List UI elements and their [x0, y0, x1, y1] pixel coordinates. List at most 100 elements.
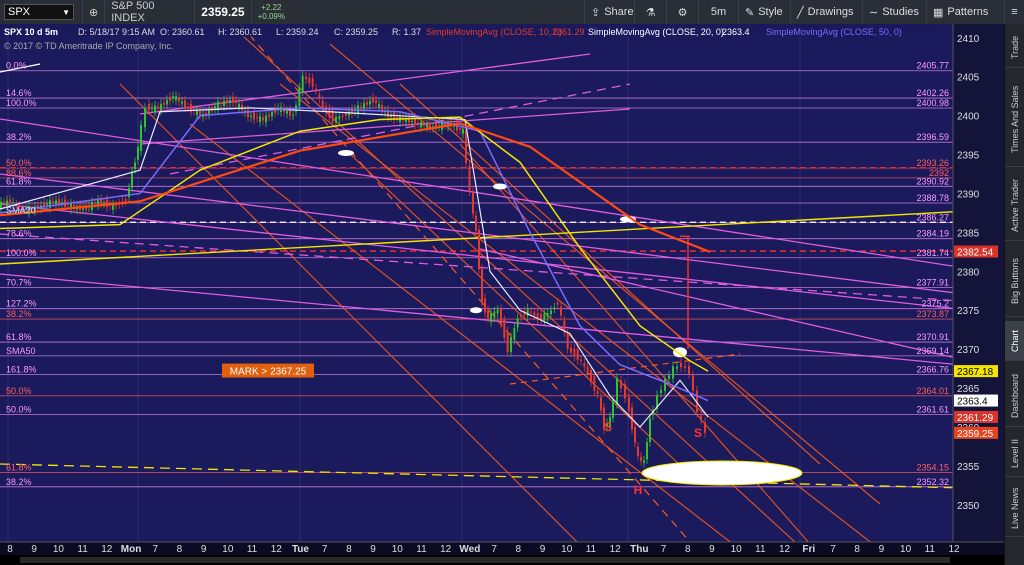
x-tick-label: 12 — [271, 544, 283, 555]
patterns-button[interactable]: ▦ Patterns — [926, 0, 1004, 24]
level-price-label: 2393.26 — [916, 158, 949, 168]
fib-label: 100.0% — [6, 248, 37, 258]
x-tick-label: 10 — [731, 544, 743, 555]
candle-body — [664, 378, 666, 391]
dashed-resistance-line — [0, 233, 1004, 305]
candle-body — [226, 99, 228, 104]
more-menu-button[interactable]: ≡ — [1004, 0, 1024, 24]
candle-body — [124, 199, 127, 202]
x-tick-label: 11 — [247, 544, 258, 555]
x-tick-label: 8 — [177, 544, 183, 555]
candle-body — [660, 389, 662, 394]
candle-body — [510, 337, 512, 352]
fib-label: SMA50 — [6, 346, 36, 356]
sidebar-tab-chart[interactable]: Chart — [1005, 321, 1024, 361]
candle-body — [214, 106, 216, 109]
x-tick-label: 9 — [709, 544, 715, 555]
candle-body — [328, 108, 331, 118]
candle-body — [366, 102, 368, 105]
trend-line — [399, 83, 821, 465]
candle-body — [700, 415, 702, 420]
candle-body — [465, 129, 467, 164]
style-button[interactable]: ✎ Style — [738, 0, 790, 24]
sidebar-tab-active-trader[interactable]: Active Trader — [1005, 171, 1024, 241]
settings-button[interactable]: ⚙ — [666, 0, 698, 24]
candle-body — [301, 75, 304, 92]
y-tick-label: 2365 — [957, 384, 980, 395]
fib-label: 38.2% — [6, 132, 32, 142]
level-price-label: 2400.98 — [916, 98, 949, 108]
share-button[interactable]: ⇪ Share — [584, 0, 634, 24]
y-tick-label: 2350 — [957, 501, 980, 512]
axis-price-badge-text: 2367.18 — [957, 367, 994, 378]
candle-body — [175, 96, 177, 101]
y-tick-label: 2410 — [957, 34, 980, 45]
candle-body — [396, 117, 398, 119]
y-tick-label: 2355 — [957, 462, 980, 473]
candle-body — [292, 114, 294, 116]
candle-body — [253, 112, 255, 120]
candle-body — [238, 103, 240, 108]
symbol-text: SPX — [8, 6, 31, 18]
candle-body — [704, 422, 706, 433]
chart-area[interactable]: 2405.77 2402.26 2400.98 2396.59 2393.26 2392 2… — [0, 24, 1004, 565]
candle-body — [668, 375, 670, 379]
sidebar-tab-live-news[interactable]: Live News — [1005, 481, 1024, 537]
chevron-down-icon: ▼ — [62, 7, 70, 17]
sidebar-tab-times-and-sales[interactable]: Times And Sales — [1005, 72, 1024, 167]
candle-body — [530, 311, 532, 313]
studies-button[interactable]: ∼ Studies — [862, 0, 926, 24]
flask-icon: ⚗ — [645, 6, 656, 19]
header-field: O: 2360.61 — [160, 27, 205, 37]
x-tick-label: 11 — [586, 544, 597, 555]
candle-body — [103, 202, 105, 204]
sidebar-tab-trade[interactable]: Trade — [1005, 28, 1024, 68]
timeframe-button[interactable]: 5m — [698, 0, 738, 24]
patterns-label: Patterns — [947, 6, 989, 18]
share-label: Share — [604, 6, 634, 18]
level-price-label: 2386.27 — [916, 213, 949, 223]
copyright-text: © 2017 © TD Ameritrade IP Company, Inc. — [4, 41, 173, 51]
fib-label: 61.8% — [6, 176, 32, 186]
candle-body — [616, 377, 618, 404]
fib-label: 50.0% — [6, 158, 32, 168]
flask-button[interactable]: ⚗ — [634, 0, 666, 24]
fib-label: 50.0% — [6, 404, 32, 414]
style-label: Style — [758, 6, 783, 18]
header-field: R: 1.37 — [392, 27, 421, 37]
candle-body — [372, 97, 374, 103]
sidebar-tab-dashboard[interactable]: Dashboard — [1005, 365, 1024, 427]
symbol-selector[interactable]: SPX ▼ — [4, 4, 74, 20]
candle-body — [520, 315, 522, 318]
candle-body — [94, 203, 96, 205]
trend-line — [329, 43, 881, 505]
y-tick-label: 2405 — [957, 73, 980, 84]
candle-body — [462, 128, 464, 134]
candle-body — [321, 100, 324, 108]
candle-body — [140, 124, 142, 151]
candle-body — [620, 380, 622, 389]
x-tick-label: 12 — [610, 544, 622, 555]
fib-label: 14.6% — [6, 88, 32, 98]
candle-body — [311, 78, 314, 87]
sidebar-tab-level-ii[interactable]: Level II — [1005, 431, 1024, 477]
trend-line — [189, 123, 761, 565]
scrollbar-thumb[interactable] — [20, 557, 950, 563]
candle-body — [315, 88, 317, 90]
fib-label: 61.8% — [6, 332, 32, 342]
axis-price-badge-text: 2361.29 — [957, 413, 994, 424]
x-tick-label: 12 — [440, 544, 452, 555]
candle-body — [235, 100, 237, 104]
fib-label: 70.7% — [6, 278, 32, 288]
level-price-label: 2361.61 — [916, 404, 949, 414]
add-icon[interactable]: ⊕ — [82, 0, 104, 24]
price-chart[interactable]: 2405.772402.262400.982396.592393.2623922… — [0, 24, 1004, 565]
candle-body — [341, 116, 344, 118]
sidebar-tab-big-buttons[interactable]: Big Buttons — [1005, 245, 1024, 317]
level-price-label: 2366.76 — [916, 364, 949, 374]
pattern-label: S — [694, 426, 702, 440]
candle-body — [208, 110, 210, 115]
y-tick-label: 2380 — [957, 267, 980, 278]
candle-body — [553, 307, 556, 309]
drawings-button[interactable]: ╱ Drawings — [790, 0, 862, 24]
